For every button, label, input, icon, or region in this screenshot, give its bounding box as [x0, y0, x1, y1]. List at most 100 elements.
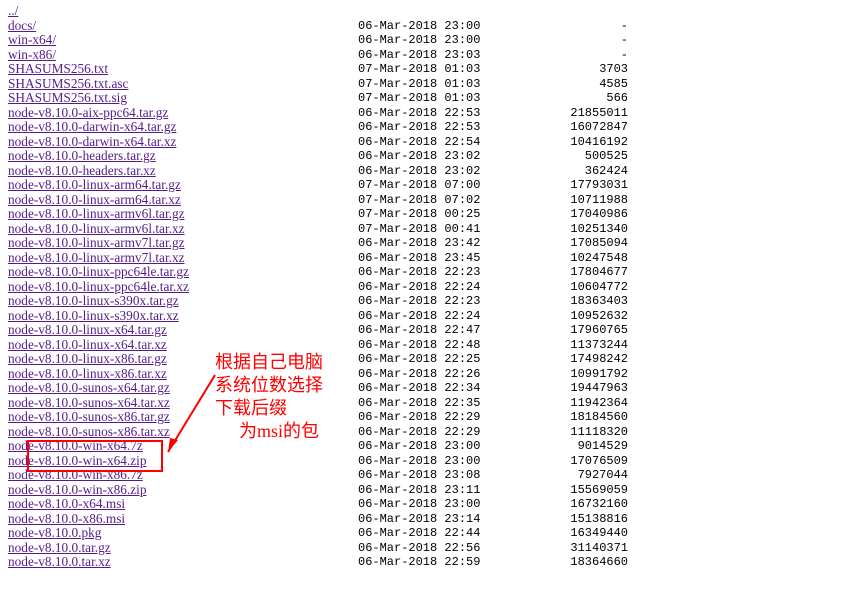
file-date: 07-Mar-2018 01:03: [358, 77, 483, 92]
file-link[interactable]: node-v8.10.0-linux-x86.tar.gz: [8, 351, 167, 366]
annotation-line-3: 下载后缀: [215, 397, 323, 419]
file-link[interactable]: node-v8.10.0-darwin-x64.tar.xz: [8, 134, 176, 149]
file-name-cell: ../: [8, 4, 358, 19]
file-size: 566: [483, 91, 628, 106]
file-link[interactable]: node-v8.10.0-sunos-x64.tar.xz: [8, 395, 170, 410]
file-row: SHASUMS256.txt.asc 07-Mar-2018 01:034585: [8, 77, 840, 92]
file-link[interactable]: node-v8.10.0-win-x64.7z: [8, 438, 143, 453]
file-row: node-v8.10.0-linux-armv6l.tar.gz07-Mar-2…: [8, 207, 840, 222]
file-name-cell: docs/: [8, 19, 358, 34]
file-size: 10247548: [483, 251, 628, 266]
file-link[interactable]: SHASUMS256.txt.asc: [8, 76, 128, 91]
file-name-cell: node-v8.10.0-darwin-x64.tar.gz: [8, 120, 358, 135]
file-date: 06-Mar-2018 22:59: [358, 555, 483, 570]
file-row: node-v8.10.0-win-x64.7z 06-Mar-2018 23:00…: [8, 439, 840, 454]
file-name-cell: node-v8.10.0-aix-ppc64.tar.gz: [8, 106, 358, 121]
file-row: node-v8.10.0.tar.xz06-Mar-2018 22:591836…: [8, 555, 840, 570]
file-link[interactable]: node-v8.10.0.tar.xz: [8, 554, 111, 569]
file-size: -: [483, 33, 628, 48]
file-row: docs/06-Mar-2018 23:00-: [8, 19, 840, 34]
file-link[interactable]: SHASUMS256.txt: [8, 61, 108, 76]
file-link[interactable]: ../: [8, 3, 18, 18]
file-link[interactable]: node-v8.10.0.tar.gz: [8, 540, 111, 555]
file-date: 06-Mar-2018 22:29: [358, 425, 483, 440]
file-row: node-v8.10.0-linux-armv7l.tar.gz 06-Mar-2…: [8, 236, 840, 251]
file-link[interactable]: node-v8.10.0-linux-armv7l.tar.xz: [8, 250, 185, 265]
file-link[interactable]: node-v8.10.0-linux-ppc64le.tar.xz: [8, 279, 189, 294]
file-link[interactable]: SHASUMS256.txt.sig: [8, 90, 127, 105]
file-date: 06-Mar-2018 23:02: [358, 149, 483, 164]
file-date: 06-Mar-2018 23:00: [358, 439, 483, 454]
file-link[interactable]: node-v8.10.0-headers.tar.gz: [8, 148, 156, 163]
file-link[interactable]: node-v8.10.0-linux-armv7l.tar.gz: [8, 235, 185, 250]
file-listing: ../docs/06-Mar-2018 23:00-win-x64/06-Mar…: [8, 4, 840, 570]
file-link[interactable]: node-v8.10.0-win-x86.7z: [8, 467, 143, 482]
file-link[interactable]: node-v8.10.0-linux-x64.tar.xz: [8, 337, 167, 352]
file-row: node-v8.10.0-darwin-x64.tar.gz06-Mar-201…: [8, 120, 840, 135]
file-name-cell: node-v8.10.0-linux-x64.tar.gz: [8, 323, 358, 338]
file-link[interactable]: node-v8.10.0-linux-arm64.tar.xz: [8, 192, 181, 207]
file-row: ../: [8, 4, 840, 19]
file-link[interactable]: node-v8.10.0-win-x64.zip: [8, 453, 146, 468]
file-date: 06-Mar-2018 23:42: [358, 236, 483, 251]
file-link[interactable]: win-x64/: [8, 32, 56, 47]
file-date: 07-Mar-2018 00:41: [358, 222, 483, 237]
file-date: 06-Mar-2018 23:14: [358, 512, 483, 527]
file-date: 06-Mar-2018 23:45: [358, 251, 483, 266]
file-name-cell: node-v8.10.0-x86.msi: [8, 512, 358, 527]
file-link[interactable]: node-v8.10.0-linux-armv6l.tar.gz: [8, 206, 185, 221]
file-link[interactable]: node-v8.10.0.pkg: [8, 525, 101, 540]
file-link[interactable]: node-v8.10.0-darwin-x64.tar.gz: [8, 119, 176, 134]
file-name-cell: node-v8.10.0-win-x86.7z: [8, 468, 358, 483]
file-link[interactable]: node-v8.10.0-linux-arm64.tar.gz: [8, 177, 181, 192]
file-row: node-v8.10.0-headers.tar.gz 06-Mar-2018 2…: [8, 149, 840, 164]
file-link[interactable]: node-v8.10.0-linux-s390x.tar.xz: [8, 308, 179, 323]
file-size: 11373244: [483, 338, 628, 353]
file-size: 10251340: [483, 222, 628, 237]
file-name-cell: win-x64/: [8, 33, 358, 48]
file-size: 11942364: [483, 396, 628, 411]
file-name-cell: win-x86/: [8, 48, 358, 63]
file-name-cell: node-v8.10.0-linux-ppc64le.tar.xz: [8, 280, 358, 295]
file-size: 17804677: [483, 265, 628, 280]
file-name-cell: node-v8.10.0.tar.xz: [8, 555, 358, 570]
file-date: 06-Mar-2018 22:53: [358, 106, 483, 121]
file-link[interactable]: node-v8.10.0-sunos-x86.tar.xz: [8, 424, 170, 439]
file-link[interactable]: node-v8.10.0-sunos-x86.tar.gz: [8, 409, 170, 424]
file-size: 31140371: [483, 541, 628, 556]
file-row: node-v8.10.0-sunos-x64.tar.xz 06-Mar-2018…: [8, 396, 840, 411]
file-row: node-v8.10.0-linux-x64.tar.xz06-Mar-2018…: [8, 338, 840, 353]
annotation-line-1: 根据自己电脑: [215, 351, 323, 373]
file-row: node-v8.10.0-linux-ppc64le.tar.xz06-Mar-…: [8, 280, 840, 295]
file-row: node-v8.10.0-linux-x86.tar.xz06-Mar-2018…: [8, 367, 840, 382]
file-link[interactable]: node-v8.10.0-linux-x86.tar.xz: [8, 366, 167, 381]
file-name-cell: node-v8.10.0-linux-s390x.tar.xz: [8, 309, 358, 324]
file-name-cell: node-v8.10.0.pkg: [8, 526, 358, 541]
file-link[interactable]: node-v8.10.0-linux-s390x.tar.gz: [8, 293, 179, 308]
file-link[interactable]: docs/: [8, 18, 36, 33]
file-size: 18363403: [483, 294, 628, 309]
file-link[interactable]: node-v8.10.0-aix-ppc64.tar.gz: [8, 105, 168, 120]
file-link[interactable]: node-v8.10.0-x86.msi: [8, 511, 125, 526]
file-date: 07-Mar-2018 07:02: [358, 193, 483, 208]
file-link[interactable]: node-v8.10.0-linux-x64.tar.gz: [8, 322, 167, 337]
file-row: node-v8.10.0-linux-ppc64le.tar.gz06-Mar-…: [8, 265, 840, 280]
file-date: 06-Mar-2018 22:24: [358, 309, 483, 324]
file-link[interactable]: win-x86/: [8, 47, 56, 62]
file-link[interactable]: node-v8.10.0-x64.msi: [8, 496, 125, 511]
file-link[interactable]: node-v8.10.0-linux-armv6l.tar.xz: [8, 221, 185, 236]
annotation-line-4: 为msi的包: [215, 420, 323, 442]
file-row: SHASUMS256.txt07-Mar-2018 01:033703: [8, 62, 840, 77]
file-date: 06-Mar-2018 23:11: [358, 483, 483, 498]
file-link[interactable]: node-v8.10.0-win-x86.zip: [8, 482, 146, 497]
file-link[interactable]: node-v8.10.0-sunos-x64.tar.gz: [8, 380, 170, 395]
file-link[interactable]: node-v8.10.0-linux-ppc64le.tar.gz: [8, 264, 189, 279]
file-link[interactable]: node-v8.10.0-headers.tar.xz: [8, 163, 156, 178]
file-date: 06-Mar-2018 22:35: [358, 396, 483, 411]
file-row: node-v8.10.0.pkg06-Mar-2018 22:441634944…: [8, 526, 840, 541]
file-size: 17085094: [483, 236, 628, 251]
file-size: 4585: [483, 77, 628, 92]
file-size: 10711988: [483, 193, 628, 208]
annotation-text: 根据自己电脑 系统位数选择 下载后缀 为msi的包: [215, 351, 323, 443]
file-date: 07-Mar-2018 01:03: [358, 62, 483, 77]
